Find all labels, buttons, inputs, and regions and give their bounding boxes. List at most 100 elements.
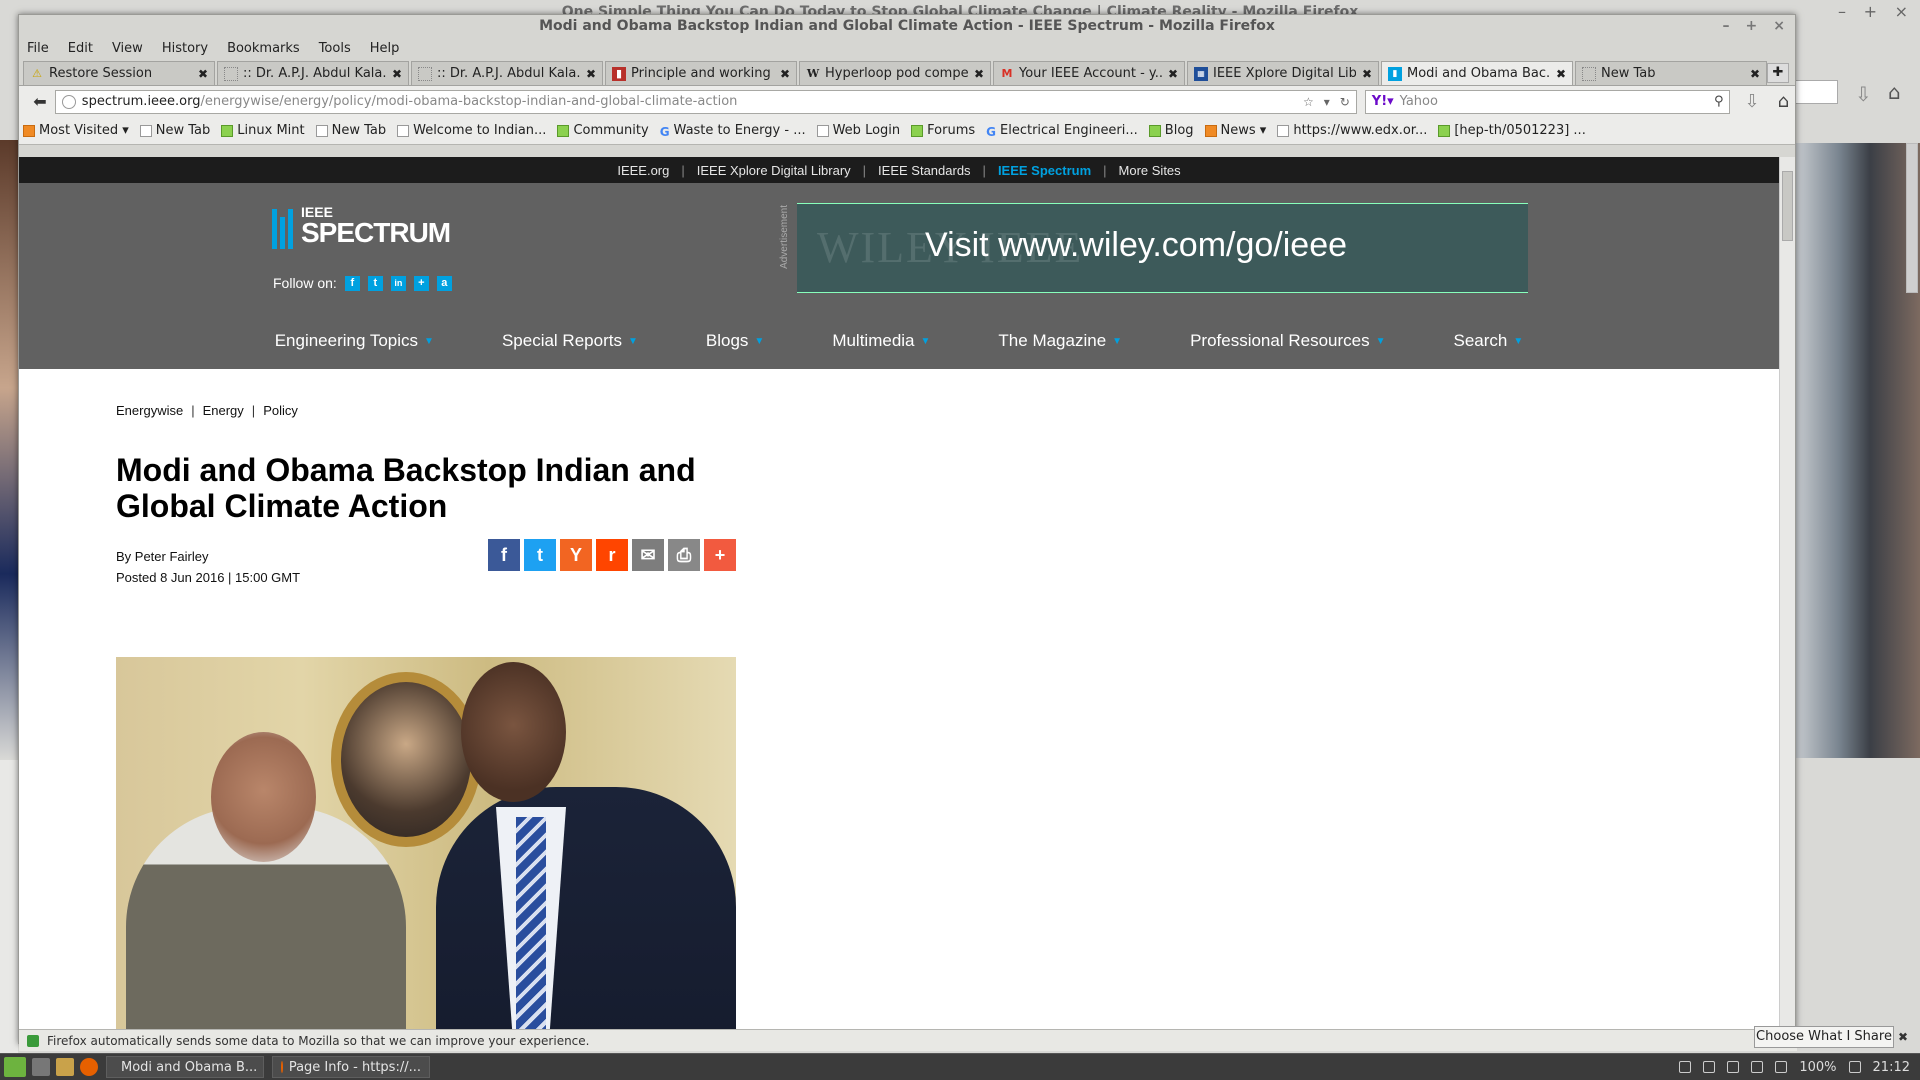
topnav-more-sites[interactable]: More Sites bbox=[1119, 163, 1181, 178]
wiley-ad-banner[interactable]: WILEY IEEE Visit www.wiley.com/go/ieee bbox=[797, 203, 1528, 293]
volume-icon[interactable] bbox=[1775, 1061, 1788, 1073]
menu-view[interactable]: View bbox=[112, 41, 143, 56]
files-icon[interactable] bbox=[56, 1058, 74, 1076]
search-box[interactable]: Y!▾ Yahoo ⚲ bbox=[1364, 89, 1731, 114]
tab-kalam-1[interactable]: :: Dr. A.P.J. Abdul Kala... ✖ bbox=[217, 61, 409, 85]
menu-help[interactable]: Help bbox=[370, 41, 400, 56]
bookmark-new-tab[interactable]: New Tab bbox=[139, 123, 210, 138]
close-button[interactable]: × bbox=[1773, 15, 1785, 37]
nav-engineering-topics[interactable]: Engineering Topics ▼ bbox=[275, 331, 434, 351]
minimize-button[interactable]: – bbox=[1723, 15, 1730, 37]
facebook-share-button[interactable]: f bbox=[488, 539, 520, 571]
topnav-spectrum[interactable]: IEEE Spectrum bbox=[998, 163, 1091, 178]
spectrum-logo[interactable]: IEEE SPECTRUM bbox=[272, 205, 451, 249]
task-firefox-window[interactable]: Modi and Obama B... bbox=[106, 1056, 264, 1078]
rss-icon[interactable]: a bbox=[436, 275, 452, 291]
close-tab-icon[interactable]: ✖ bbox=[974, 67, 984, 81]
tab-restore-session[interactable]: ⚠ Restore Session ✖ bbox=[23, 61, 215, 85]
topnav-xplore[interactable]: IEEE Xplore Digital Library bbox=[697, 163, 851, 178]
crumb-policy[interactable]: Policy bbox=[263, 403, 298, 418]
background-scrollbar[interactable] bbox=[1906, 143, 1918, 293]
maximize-button[interactable]: + bbox=[1746, 15, 1758, 37]
download-icon[interactable]: ⇩ bbox=[1855, 82, 1872, 106]
tab-ieee-account[interactable]: M Your IEEE Account - y... ✖ bbox=[993, 61, 1185, 85]
menu-bookmarks[interactable]: Bookmarks bbox=[227, 41, 300, 56]
background-window-controls[interactable]: – + × bbox=[1838, 2, 1908, 21]
tab-new-tab[interactable]: New Tab ✖ bbox=[1575, 61, 1767, 85]
crumb-energywise[interactable]: Energywise bbox=[116, 403, 183, 418]
close-tab-icon[interactable]: ✖ bbox=[586, 67, 596, 81]
nav-search[interactable]: Search ▼ bbox=[1454, 331, 1524, 351]
twitter-share-button[interactable]: t bbox=[524, 539, 556, 571]
close-tab-icon[interactable]: ✖ bbox=[1556, 67, 1566, 81]
home-icon[interactable]: ⌂ bbox=[1778, 91, 1789, 112]
bookmark-news[interactable]: News ▾ bbox=[1204, 123, 1266, 138]
topnav-standards[interactable]: IEEE Standards bbox=[878, 163, 971, 178]
user-icon[interactable] bbox=[1679, 1061, 1692, 1073]
start-menu-icon[interactable] bbox=[4, 1057, 26, 1077]
network-icon[interactable] bbox=[1703, 1061, 1716, 1073]
menu-history[interactable]: History bbox=[162, 41, 208, 56]
tab-principle-working[interactable]: ▮ Principle and working ... ✖ bbox=[605, 61, 797, 85]
bookmark-web-login[interactable]: Web Login bbox=[816, 123, 900, 138]
tab-ieee-xplore[interactable]: ▦ IEEE Xplore Digital Lib... ✖ bbox=[1187, 61, 1379, 85]
hackernews-share-button[interactable]: Y bbox=[560, 539, 592, 571]
bluetooth-icon[interactable] bbox=[1727, 1061, 1740, 1073]
battery-level[interactable]: 100% bbox=[1799, 1060, 1836, 1075]
menu-tools[interactable]: Tools bbox=[319, 41, 351, 56]
terminal-icon[interactable] bbox=[32, 1058, 50, 1076]
home-icon[interactable]: ⌂ bbox=[1888, 80, 1901, 104]
download-icon[interactable]: ⇩ bbox=[1744, 91, 1759, 112]
bookmark-star-icon[interactable]: ☆ bbox=[1303, 95, 1314, 109]
facebook-icon[interactable]: f bbox=[344, 275, 360, 291]
bookmark-electrical-engineering[interactable]: G Electrical Engineeri... bbox=[986, 123, 1138, 139]
bookmark-new-tab-2[interactable]: New Tab bbox=[315, 123, 386, 138]
bookmark-hep-th[interactable]: [hep-th/0501223] ... bbox=[1438, 123, 1586, 138]
firefox-icon[interactable] bbox=[80, 1058, 98, 1076]
close-tab-icon[interactable]: ✖ bbox=[780, 67, 790, 81]
bookmark-most-visited[interactable]: Most Visited ▾ bbox=[23, 123, 129, 138]
google-plus-icon[interactable]: + bbox=[413, 275, 429, 291]
menu-edit[interactable]: Edit bbox=[68, 41, 93, 56]
nav-special-reports[interactable]: Special Reports ▼ bbox=[502, 331, 638, 351]
new-tab-button[interactable]: ✚ bbox=[1767, 63, 1789, 83]
close-tab-icon[interactable]: ✖ bbox=[392, 67, 402, 81]
back-button[interactable]: ⬅ bbox=[25, 92, 55, 111]
close-tab-icon[interactable]: ✖ bbox=[1168, 67, 1178, 81]
tab-modi-obama[interactable]: ▮ Modi and Obama Bac... ✖ bbox=[1381, 61, 1573, 85]
print-share-button[interactable]: ⎙ bbox=[668, 539, 700, 571]
bookmark-forums[interactable]: Forums bbox=[911, 123, 975, 138]
reddit-share-button[interactable]: r bbox=[596, 539, 628, 571]
close-tab-icon[interactable]: ✖ bbox=[198, 67, 208, 81]
article-photo[interactable] bbox=[116, 657, 736, 1029]
site-identity-icon[interactable] bbox=[61, 94, 76, 109]
yahoo-icon[interactable]: Y!▾ bbox=[1372, 94, 1394, 109]
close-tab-icon[interactable]: ✖ bbox=[1750, 67, 1760, 81]
tab-kalam-2[interactable]: :: Dr. A.P.J. Abdul Kala... ✖ bbox=[411, 61, 603, 85]
close-icon[interactable]: ✖ bbox=[1898, 1030, 1908, 1044]
shield-icon[interactable] bbox=[1848, 1061, 1861, 1073]
reload-icon[interactable]: ↻ bbox=[1340, 95, 1350, 109]
page-scrollbar[interactable] bbox=[1779, 157, 1795, 1029]
dropdown-icon[interactable]: ▾ bbox=[1324, 95, 1330, 109]
twitter-icon[interactable]: t bbox=[367, 275, 383, 291]
crumb-energy[interactable]: Energy bbox=[203, 403, 244, 418]
bookmark-waste-to-energy[interactable]: G Waste to Energy - ... bbox=[660, 123, 806, 139]
menu-file[interactable]: File bbox=[27, 41, 49, 56]
email-share-button[interactable]: ✉ bbox=[632, 539, 664, 571]
topnav-ieee-org[interactable]: IEEE.org bbox=[617, 163, 669, 178]
bookmark-linux-mint[interactable]: Linux Mint bbox=[221, 123, 305, 138]
background-search-box[interactable] bbox=[1790, 80, 1838, 104]
url-text[interactable]: spectrum.ieee.org/energywise/energy/poli… bbox=[82, 94, 1303, 109]
clock[interactable]: 21:12 bbox=[1873, 1060, 1910, 1075]
nav-blogs[interactable]: Blogs ▼ bbox=[706, 331, 764, 351]
linkedin-icon[interactable]: in bbox=[390, 275, 406, 291]
choose-what-i-share-button[interactable]: Choose What I Share bbox=[1754, 1026, 1894, 1048]
search-icon[interactable]: ⚲ bbox=[1714, 94, 1724, 109]
nav-professional-resources[interactable]: Professional Resources ▼ bbox=[1190, 331, 1385, 351]
task-page-info[interactable]: Page Info - https://... bbox=[272, 1056, 430, 1078]
more-share-button[interactable]: + bbox=[704, 539, 736, 571]
bookmark-edx[interactable]: https://www.edx.or... bbox=[1277, 123, 1427, 138]
nav-the-magazine[interactable]: The Magazine ▼ bbox=[998, 331, 1122, 351]
url-bar[interactable]: spectrum.ieee.org/energywise/energy/poli… bbox=[54, 89, 1357, 114]
